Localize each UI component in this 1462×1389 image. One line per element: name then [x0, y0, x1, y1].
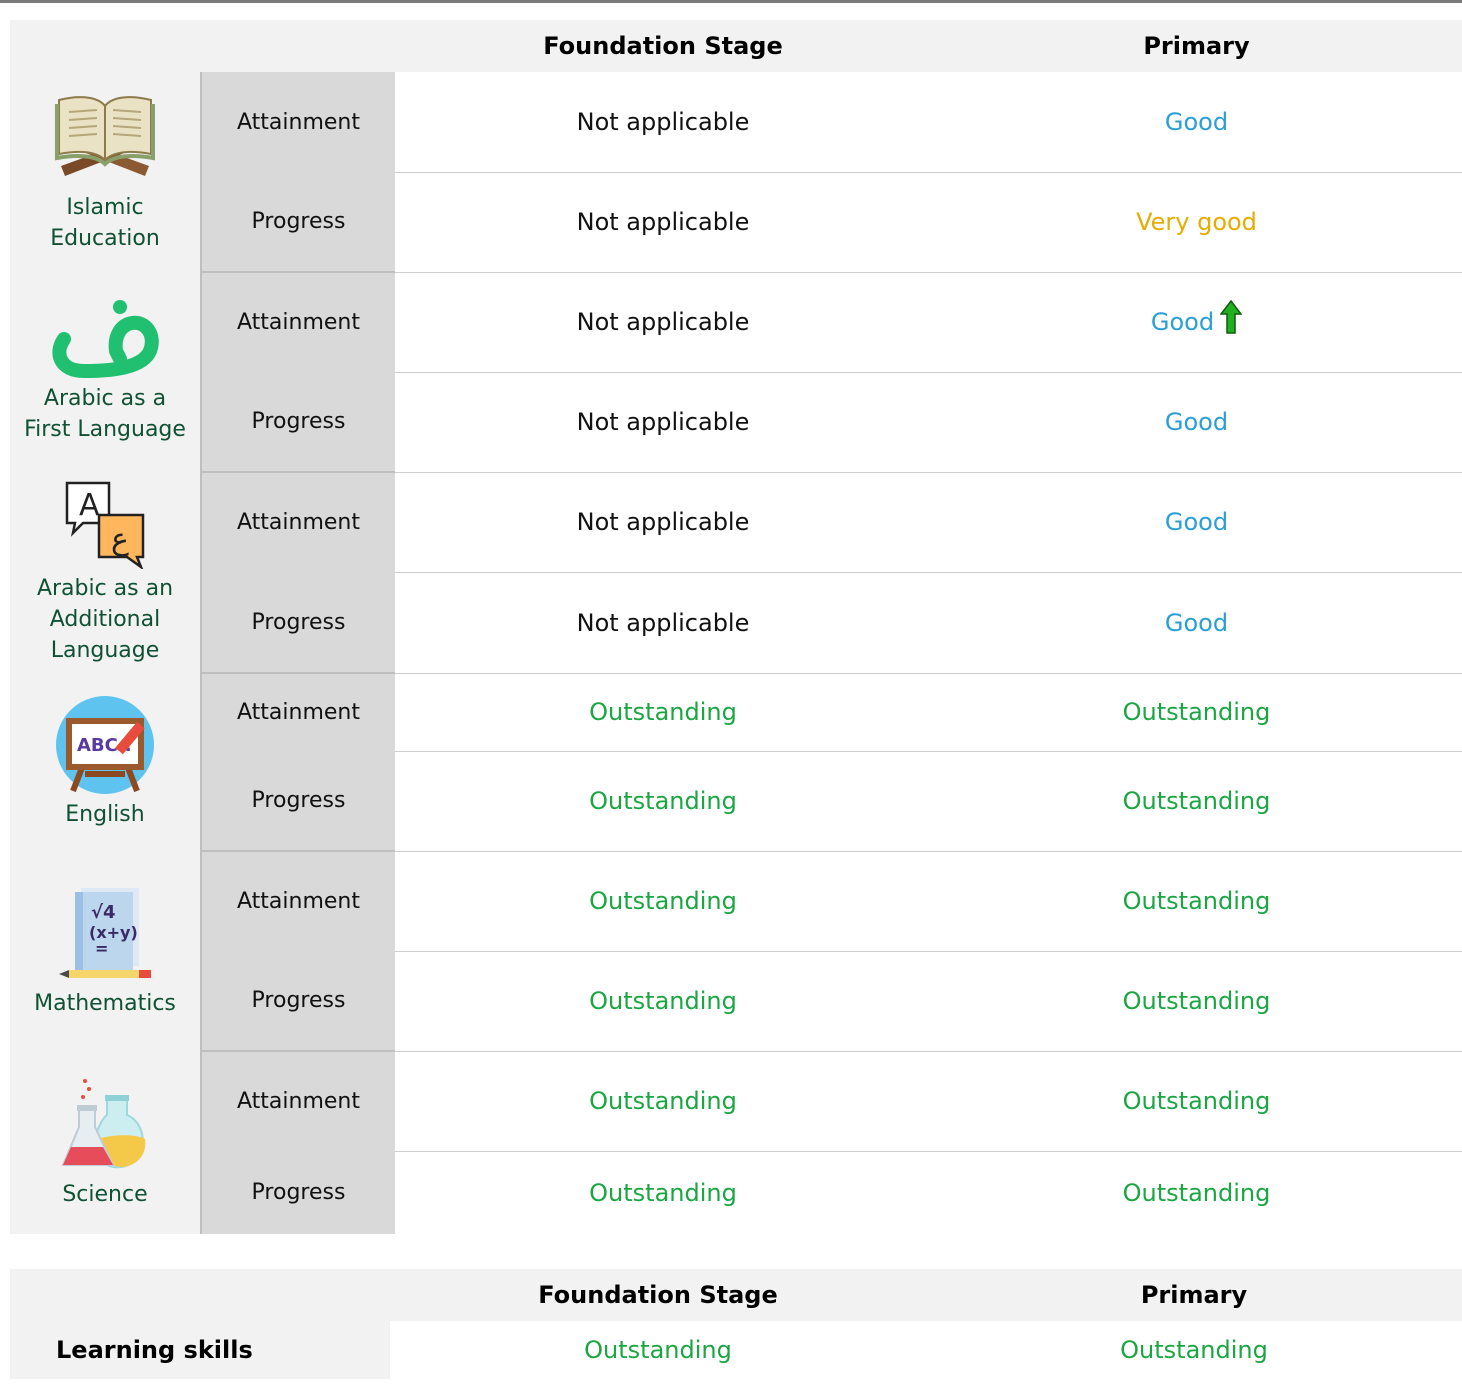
rating-cell: Good	[931, 572, 1462, 674]
table-row: Progress Not applicable Good	[10, 372, 1462, 473]
abc-easel-icon: ABC..	[56, 695, 154, 794]
math-notebook-icon: √4 (x+y) =	[59, 887, 151, 978]
subject-science: Science	[10, 1051, 202, 1234]
table-row: Science Attainment Outstanding Outstandi…	[10, 1051, 1462, 1234]
rating-cell: Good	[931, 372, 1462, 473]
judgement-table: Foundation Stage Primary Islamic Educati…	[10, 20, 1462, 1234]
subject-name-line: Education	[50, 226, 160, 251]
rating-cell: Outstanding	[931, 851, 1462, 952]
subject-name-line: Mathematics	[34, 990, 176, 1016]
table-row: √4 (x+y) = Mathematics Attainment Outsta…	[10, 851, 1462, 1051]
svg-text:=: =	[95, 939, 108, 958]
rating-cell: Outstanding	[395, 951, 931, 1052]
metric-attainment: Attainment	[201, 72, 395, 172]
metric-progress: Progress	[201, 572, 395, 674]
rating-cell: Outstanding	[931, 673, 1462, 752]
top-rule	[0, 0, 1462, 3]
subject-name-line: Arabic as an	[36, 576, 174, 601]
rating-cell: Very good	[931, 172, 1462, 273]
rating-cell: Not applicable	[395, 472, 931, 573]
metric-progress: Progress	[201, 172, 395, 273]
svg-text:√4: √4	[91, 902, 116, 923]
rating-cell: Not applicable	[395, 172, 931, 273]
metric-attainment: Attainment	[201, 851, 395, 951]
metric-attainment: Attainment	[201, 472, 395, 572]
header-blank-2	[201, 20, 395, 72]
rating-cell: Outstanding	[589, 1178, 737, 1207]
svg-text:A: A	[79, 488, 100, 523]
header-blank	[10, 20, 201, 72]
header-primary: Primary	[1140, 1281, 1248, 1309]
subject-arabic-additional-language: A ع Arabic as an Additional Language	[10, 472, 202, 673]
subject-name-line: Additional	[49, 607, 161, 632]
quran-book-icon	[55, 96, 155, 176]
rating-cell: Outstanding	[931, 951, 1462, 1052]
metric-progress: Progress	[201, 751, 395, 852]
rating-cell-with-arrow: Good	[931, 272, 1462, 373]
subject-name-line: Language	[50, 638, 160, 663]
rating-cell: Good	[931, 72, 1462, 173]
table-row: Progress Outstanding Outstanding	[10, 1151, 1462, 1234]
rating-cell: Outstanding	[931, 751, 1462, 852]
learning-skills-label: Learning skills	[10, 1321, 390, 1379]
table-header-row: Foundation Stage Primary	[10, 20, 1462, 72]
table-row: Progress Outstanding Outstanding	[10, 751, 1462, 852]
table-row: Progress Outstanding Outstanding	[10, 951, 1462, 1052]
subject-name-line: Arabic as a	[43, 386, 167, 411]
header-foundation-stage: Foundation Stage	[538, 1281, 778, 1309]
rating-text: Good	[1150, 308, 1215, 336]
table-row: Learning skills Outstanding Outstanding	[10, 1321, 1462, 1379]
metric-progress: Progress	[201, 372, 395, 473]
rating-cell: Not applicable	[395, 272, 931, 373]
header-blank	[10, 1269, 390, 1321]
metric-progress: Progress	[201, 1151, 395, 1234]
metric-attainment: Attainment	[201, 673, 395, 751]
header-primary: Primary	[1143, 32, 1250, 60]
rating-cell: Outstanding	[584, 1336, 732, 1364]
rating-cell: Outstanding	[395, 851, 931, 952]
subject-name-line: First Language	[24, 417, 186, 442]
table-row: A ع Arabic as an Additional Language Att…	[10, 472, 1462, 673]
metric-attainment: Attainment	[201, 272, 395, 372]
rating-cell: Good	[931, 472, 1462, 573]
translation-speech-bubbles-icon: A ع	[65, 481, 145, 569]
subject-english: ABC.. English	[10, 673, 202, 851]
subject-arabic-first-language: Arabic as a First Language	[10, 272, 202, 472]
rating-cell: Outstanding	[395, 673, 931, 752]
rating-cell: Outstanding	[395, 1051, 931, 1152]
table-row: Arabic as a First Language Attainment No…	[10, 272, 1462, 472]
subject-mathematics: √4 (x+y) = Mathematics	[10, 851, 202, 1051]
lab-flasks-icon	[61, 1079, 146, 1169]
rating-cell: Outstanding	[1122, 1178, 1271, 1207]
rating-cell: Outstanding	[931, 1051, 1462, 1152]
table-row: Progress Not applicable Good	[10, 572, 1462, 674]
header-foundation-stage: Foundation Stage	[543, 32, 783, 60]
table-row: ABC.. English Attainment Outstanding Out…	[10, 673, 1462, 851]
rating-cell: Not applicable	[395, 372, 931, 473]
subject-islamic-education: Islamic Education	[10, 72, 202, 272]
table-row: Islamic Education Attainment Not applica…	[10, 72, 1462, 272]
metric-attainment: Attainment	[201, 1051, 395, 1151]
learning-skills-table: Foundation Stage Primary Learning skills…	[10, 1269, 1462, 1379]
table-header-row: Foundation Stage Primary	[10, 1269, 1462, 1321]
arabic-letter-dad-icon	[52, 300, 159, 379]
green-up-arrow-icon	[1220, 300, 1243, 334]
subject-name-line: Science	[62, 1182, 148, 1207]
subject-name-line: Islamic	[66, 195, 144, 220]
rating-cell: Not applicable	[395, 572, 931, 674]
metric-progress: Progress	[201, 951, 395, 1052]
rating-cell: Outstanding	[1120, 1336, 1268, 1364]
rating-cell: Not applicable	[395, 72, 931, 173]
rating-cell: Outstanding	[395, 751, 931, 852]
subject-name-line: English	[65, 801, 145, 827]
table-row: Progress Not applicable Very good	[10, 172, 1462, 273]
svg-text:ع: ع	[111, 522, 129, 557]
